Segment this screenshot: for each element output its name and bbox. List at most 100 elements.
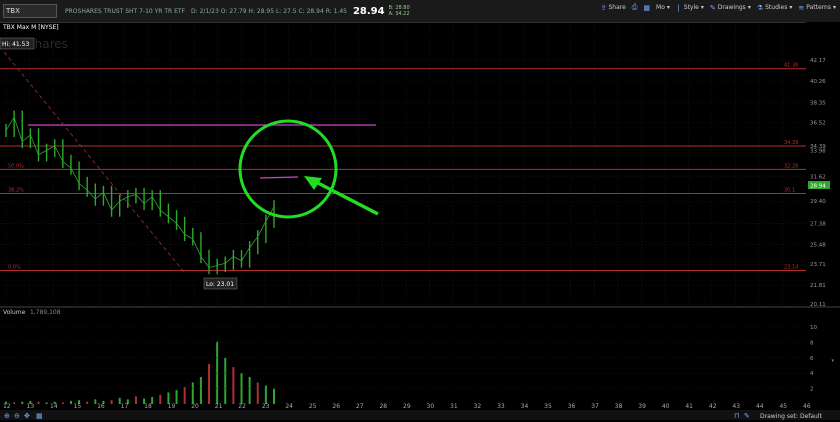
chart-grid — [0, 22, 807, 305]
short-line[interactable] — [259, 176, 299, 179]
time-tick-label: 32 — [474, 403, 482, 410]
volume-bar — [191, 382, 194, 404]
price-tick-label: 31.62 — [810, 175, 826, 181]
time-tick-label: 38 — [615, 403, 623, 410]
fib-price-label: 32.28 — [784, 163, 798, 169]
volume-tick-label: 4 — [810, 371, 814, 377]
high-label: Hi: 41.53 — [2, 41, 29, 48]
symbol-input[interactable] — [3, 4, 57, 18]
volume-bars — [5, 341, 275, 404]
grid-icon[interactable]: ▦ — [36, 412, 43, 420]
time-tick-label: 44 — [756, 403, 764, 410]
volume-value: 1,789,108 — [30, 309, 61, 316]
zoom-in-icon[interactable]: ⊕ — [4, 412, 10, 420]
price-tick-label: 25.48 — [810, 243, 826, 249]
time-tick-label: 16 — [97, 403, 105, 410]
last-price: 28.94 — [352, 5, 385, 17]
time-tick-label: 18 — [144, 403, 152, 410]
price-tick-label: 40.26 — [810, 79, 826, 85]
volume-bar — [94, 399, 97, 404]
time-tick-label: 39 — [638, 403, 646, 410]
time-tick-label: 20 — [191, 403, 199, 410]
time-tick-label: 17 — [121, 403, 129, 410]
volume-tick-label: 8 — [810, 340, 814, 346]
fib-price-label: 30.1 — [784, 188, 795, 194]
drawings-label: Drawings — [717, 4, 746, 11]
patterns-button[interactable]: ≋ Patterns ▾ — [798, 4, 836, 12]
time-tick-label: 12 — [3, 403, 11, 410]
time-tick-label: 35 — [544, 403, 552, 410]
time-tick-label: 19 — [168, 403, 176, 410]
current-price-text: 28.94 — [810, 184, 826, 190]
calendar-icon: ▦ — [643, 3, 651, 12]
volume-bar — [45, 402, 48, 404]
time-tick-label: 34 — [521, 403, 529, 410]
bid-ask: B: 28.80 A: 34.22 — [389, 5, 410, 17]
volume-bar — [86, 401, 89, 404]
price-chart-svg[interactable]: ProShares TBX Max M [NYSE] Hi: 41.53 Lo:… — [0, 22, 840, 420]
share-button[interactable]: ⇪ Share — [601, 4, 626, 12]
flask-icon: ⚗ — [756, 3, 764, 12]
volume-bar — [61, 402, 64, 404]
magnet-icon[interactable]: ⊓ — [734, 412, 739, 420]
volume-bar — [37, 401, 40, 404]
time-tick-label: 26 — [332, 403, 340, 410]
calendar-button[interactable]: ▦ — [643, 4, 650, 12]
volume-bar — [21, 401, 24, 404]
volume-bar — [264, 385, 267, 404]
volume-bar — [208, 363, 211, 404]
time-tick-label: 14 — [50, 403, 58, 410]
time-tick-label: 27 — [356, 403, 364, 410]
volume-bar — [175, 390, 178, 404]
fib-price-label: 34.39 — [784, 140, 798, 146]
chart-area[interactable]: ProShares TBX Max M [NYSE] Hi: 41.53 Lo:… — [0, 22, 840, 420]
zoom-out-icon[interactable]: ⊖ — [14, 412, 20, 420]
price-series — [5, 110, 275, 275]
fib-price-label: 41.38 — [784, 63, 798, 69]
time-axis[interactable]: 12 13 14 15 16 17 18 19 20 21 22 23 24 25 26 27 28 29 30 31… — [3, 403, 811, 410]
print-button[interactable]: ⎙ — [632, 3, 638, 12]
chevron-down-icon: ▾ — [832, 4, 836, 11]
style-button[interactable]: ❘ Style ▾ — [676, 4, 704, 12]
drawings-button[interactable]: ✎ Drawings ▾ — [710, 4, 751, 12]
studies-button[interactable]: ⚗ Studies ▾ — [757, 4, 793, 12]
fibonacci-levels[interactable]: 41.38 34.39 32.28 50.0% 30.1 38.2% 23.14 0.0% — [0, 63, 806, 271]
price-tick-label: 36.52 — [810, 120, 826, 126]
volume-bar — [256, 382, 259, 404]
time-tick-label: 43 — [732, 403, 740, 410]
volume-bar — [232, 367, 235, 404]
expand-label[interactable]: ◂ — [830, 359, 836, 362]
price-tick-label: 33.98 — [810, 149, 826, 155]
pencil-icon: ✎ — [709, 3, 716, 12]
drawing-set-label: Drawing set: Default — [760, 413, 823, 420]
volume-bar — [13, 402, 16, 404]
timeframe-label: Mo — [656, 4, 665, 11]
ask-value: A: 34.22 — [388, 11, 410, 17]
patterns-icon: ≋ — [798, 3, 805, 12]
timeframe-button[interactable]: Mo ▾ — [656, 4, 670, 11]
time-tick-label: 37 — [591, 403, 599, 410]
trend-line[interactable] — [3, 51, 185, 273]
volume-bar — [216, 341, 219, 404]
price-tick-label: 23.71 — [810, 262, 826, 268]
time-tick-label: 31 — [450, 403, 458, 410]
chart-label: TBX Max M [NYSE] — [2, 24, 59, 31]
volume-bar — [110, 400, 113, 404]
time-tick-label: 41 — [685, 403, 693, 410]
price-line — [5, 116, 275, 269]
price-tick-label: 27.38 — [810, 222, 826, 228]
volume-bar — [69, 400, 72, 404]
share-label: Share — [608, 4, 626, 11]
time-tick-label: 33 — [497, 403, 505, 410]
style-label: Style — [683, 4, 699, 11]
volume-label: Volume — [3, 309, 26, 316]
time-tick-label: 28 — [379, 403, 387, 410]
fib-percent-label: 0.0% — [8, 264, 21, 270]
volume-bar — [183, 387, 186, 404]
pencil-icon[interactable]: ✎ — [744, 412, 750, 420]
volume-bar — [273, 388, 275, 404]
volume-bar — [248, 377, 251, 404]
pan-icon[interactable]: ✥ — [24, 412, 30, 420]
time-tick-label: 22 — [238, 403, 246, 410]
volume-axis-ticks: 10 8 6 4 2 — [0, 325, 817, 393]
